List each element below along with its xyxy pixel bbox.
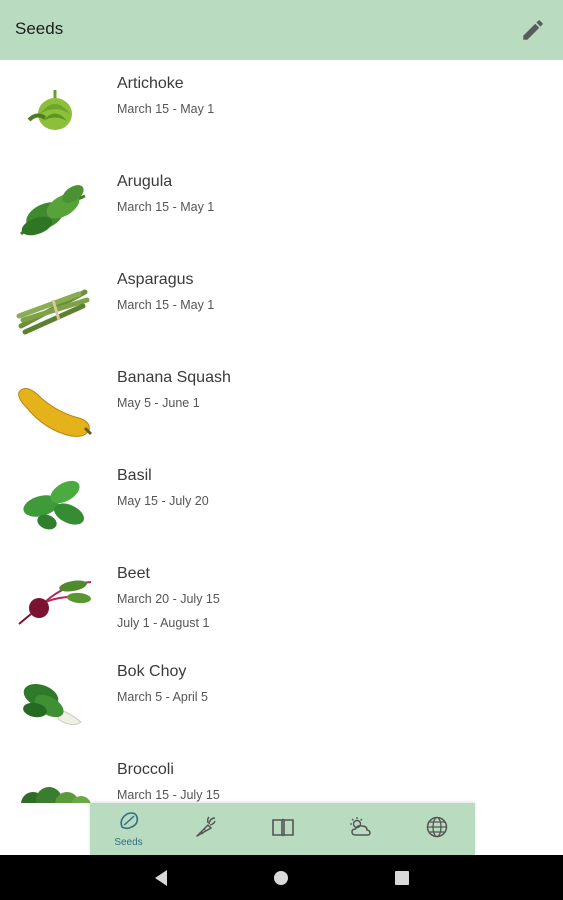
nav-item-label: Seeds (114, 837, 143, 848)
list-item[interactable]: Arugula March 15 - May 1 (0, 158, 563, 256)
planting-dates: March 15 - May 1 (117, 298, 215, 312)
page-title: Seeds (15, 19, 64, 38)
list-item[interactable]: Bok Choy March 5 - April 5 (0, 648, 563, 746)
list-item[interactable]: Artichoke March 15 - May 1 (0, 60, 563, 158)
edit-button[interactable] (520, 17, 546, 43)
list-item[interactable]: Broccoli March 15 - July 15 (0, 746, 563, 803)
app-bar: Seeds (0, 0, 563, 60)
nav-item-seeds[interactable]: Seeds (90, 803, 167, 855)
system-navigation-bar (0, 855, 563, 900)
seed-name: Asparagus (117, 271, 194, 288)
recents-button[interactable] (391, 867, 413, 889)
seed-name: Artichoke (117, 75, 184, 92)
broccoli-image (21, 787, 91, 803)
nav-item-plants[interactable] (167, 803, 244, 855)
planting-dates: March 15 - May 1 (117, 102, 215, 116)
banana-squash-image (18, 388, 93, 437)
planting-dates-second: July 1 - August 1 (117, 616, 210, 630)
list-item[interactable]: Asparagus March 15 - May 1 (0, 256, 563, 354)
pencil-icon (523, 20, 543, 40)
bok-choy-image (23, 683, 82, 726)
weather-icon (350, 817, 371, 836)
carrot-icon (196, 816, 216, 837)
beet-image (18, 580, 92, 625)
seed-icon (120, 812, 139, 830)
planting-dates: May 15 - July 20 (117, 494, 209, 508)
book-icon (272, 818, 294, 837)
seed-list[interactable]: Artichoke March 15 - May 1 Arugula March… (0, 60, 563, 803)
planting-dates: March 20 - July 15 (117, 592, 220, 606)
planting-dates: March 5 - April 5 (117, 690, 209, 704)
list-item[interactable]: Banana Squash May 5 - June 1 (0, 354, 563, 452)
nav-item-world[interactable] (398, 803, 475, 855)
seed-name: Basil (117, 467, 152, 484)
seed-name: Broccoli (117, 761, 174, 778)
seed-name: Banana Squash (117, 369, 231, 386)
asparagus-image (16, 289, 90, 335)
home-icon (274, 871, 288, 885)
basil-image (23, 480, 84, 530)
recents-icon (395, 871, 409, 885)
list-item[interactable]: Basil May 15 - July 20 (0, 452, 563, 550)
seed-name: Beet (117, 565, 150, 582)
planting-dates: March 15 - July 15 (117, 788, 220, 802)
arugula-image (19, 185, 86, 236)
artichoke-image (27, 90, 72, 130)
globe-icon (426, 816, 448, 838)
bottom-navigation: Seeds (90, 803, 475, 855)
nav-item-guide[interactable] (244, 803, 321, 855)
back-button[interactable] (150, 867, 172, 889)
list-item[interactable]: Beet March 20 - July 15 July 1 - August … (0, 550, 563, 648)
back-icon (155, 870, 167, 886)
home-button[interactable] (270, 867, 292, 889)
seed-name: Arugula (117, 173, 173, 190)
nav-item-weather[interactable] (321, 803, 398, 855)
planting-dates: May 5 - June 1 (117, 396, 200, 410)
seed-name: Bok Choy (117, 663, 187, 680)
planting-dates: March 15 - May 1 (117, 200, 215, 214)
